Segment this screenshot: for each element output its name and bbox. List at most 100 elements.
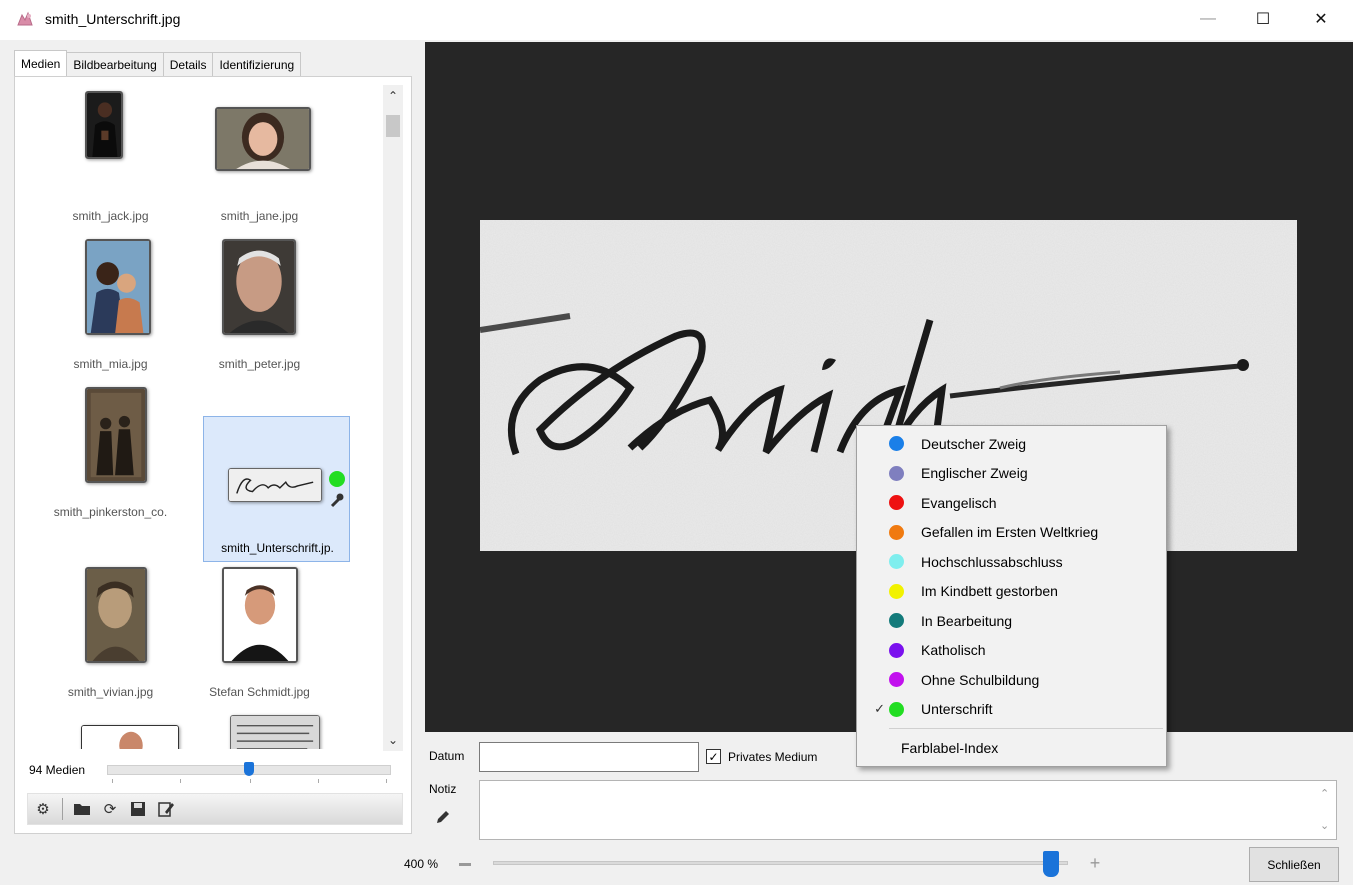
media-item[interactable]: smith_pinkerston_co. <box>37 381 184 527</box>
thumbnail-size-slider[interactable] <box>107 761 391 783</box>
media-item[interactable]: smith_jack.jpg <box>37 85 184 231</box>
menu-item-evangelisch[interactable]: Evangelisch <box>857 488 1166 518</box>
media-scrollbar[interactable]: ⌃ ⌄ <box>383 85 403 751</box>
tab-medien[interactable]: Medien <box>14 50 68 76</box>
thumbnail-image <box>85 239 151 335</box>
thumbnail-image <box>230 715 320 749</box>
save-icon[interactable] <box>129 800 147 818</box>
media-item-label: smith_jack.jpg <box>72 209 149 223</box>
app-icon <box>17 11 33 26</box>
menu-item-label: Englischer Zweig <box>921 465 1028 482</box>
media-item-label: Stefan Schmidt.jpg <box>209 685 310 699</box>
media-item-label: smith_vivian.jpg <box>67 685 154 699</box>
close-window-button[interactable]: ✕ <box>1298 0 1344 38</box>
media-item[interactable]: smith_vivian.jpg <box>37 561 184 707</box>
notiz-label: Notiz <box>429 782 457 796</box>
menu-item-deutscher-zweig[interactable]: Deutscher Zweig <box>857 429 1166 459</box>
menu-item-hochschlussabschluss[interactable]: Hochschlussabschluss <box>857 547 1166 577</box>
notiz-scroll-down-arrow[interactable]: ⌄ <box>1320 819 1329 832</box>
gear-icon[interactable]: ⚙ <box>34 800 52 818</box>
menu-item-label: Gefallen im Ersten Weltkrieg <box>921 524 1099 541</box>
thumbnail-image <box>81 725 179 749</box>
media-item[interactable] <box>186 709 333 749</box>
thumbnail-image <box>215 107 311 171</box>
menu-item-englischer-zweig[interactable]: Englischer Zweig <box>857 459 1166 489</box>
title-bar: smith_Unterschrift.jpg — ☐ ✕ <box>0 0 1353 40</box>
menu-item-gefallen-im-ersten-weltkrieg[interactable]: Gefallen im Ersten Weltkrieg <box>857 518 1166 548</box>
minimize-button[interactable]: — <box>1185 0 1231 38</box>
slider-tick <box>180 779 181 783</box>
close-button[interactable]: Schließen <box>1249 847 1339 882</box>
scroll-thumb[interactable] <box>386 115 400 137</box>
media-item-selected[interactable]: smith_Unterschrift.jp. <box>203 416 350 562</box>
folder-icon[interactable] <box>73 800 91 818</box>
color-dot-icon <box>889 465 904 481</box>
zoom-slider-knob[interactable] <box>1043 851 1059 877</box>
zoom-in-icon[interactable]: + <box>1088 854 1102 872</box>
menu-item-label: Katholisch <box>921 642 986 659</box>
slider-tick <box>386 779 387 783</box>
maximize-button[interactable]: ☐ <box>1240 0 1286 38</box>
media-item[interactable]: smith_jane.jpg <box>186 85 333 231</box>
datum-label: Datum <box>429 749 465 763</box>
thumbnail-image <box>85 91 123 159</box>
media-toolbar: ⚙ ⟳ <box>27 793 403 825</box>
scroll-up-arrow[interactable]: ⌃ <box>383 87 403 105</box>
notiz-scroll-up-arrow[interactable]: ⌃ <box>1320 787 1329 800</box>
menu-item-im-kindbett-gestorben[interactable]: Im Kindbett gestorben <box>857 577 1166 607</box>
slider-knob[interactable] <box>244 762 254 776</box>
menu-item-label: Ohne Schulbildung <box>921 671 1040 688</box>
menu-separator <box>889 728 1163 729</box>
media-item-label: smith_jane.jpg <box>220 209 299 223</box>
slider-tick <box>318 779 319 783</box>
private-medium-label: Privates Medium <box>728 750 818 764</box>
color-dot-icon <box>889 613 904 629</box>
tab-details[interactable]: Details <box>162 52 214 76</box>
menu-item-ohne-schulbildung[interactable]: Ohne Schulbildung <box>857 665 1166 695</box>
menu-item-farblabel-index[interactable]: Farblabel-Index <box>857 733 1166 763</box>
toolbar-separator <box>62 798 63 820</box>
media-item[interactable]: Stefan Schmidt.jpg <box>186 561 333 707</box>
window-title: smith_Unterschrift.jpg <box>45 11 181 27</box>
zoom-level-label: 400 % <box>404 857 439 871</box>
slider-tick <box>250 779 251 783</box>
media-item[interactable]: smith_mia.jpg <box>37 233 184 379</box>
menu-item-in-bearbeitung[interactable]: In Bearbeitung <box>857 606 1166 636</box>
color-dot-icon <box>889 642 904 658</box>
edit-icon[interactable] <box>157 800 175 818</box>
refresh-icon[interactable]: ⟳ <box>101 800 119 818</box>
color-dot-icon <box>889 436 904 452</box>
notiz-textarea[interactable]: ⌃ ⌄ <box>479 780 1337 840</box>
media-item[interactable] <box>37 709 184 749</box>
media-count: 94 Medien <box>29 763 86 777</box>
media-item[interactable]: smith_peter.jpg <box>186 233 333 379</box>
thumbnail-image <box>222 567 298 663</box>
thumbnail-image <box>85 387 147 483</box>
menu-check: ✓ <box>874 701 885 717</box>
tab-bildbearbeitung[interactable]: Bildbearbeitung <box>66 52 164 76</box>
color-label-menu: Deutscher Zweig Englischer Zweig Evangel… <box>856 425 1167 767</box>
scroll-down-arrow[interactable]: ⌄ <box>383 731 403 749</box>
menu-item-label: In Bearbeitung <box>921 612 1013 629</box>
private-medium-checkbox[interactable]: ✓ <box>706 749 721 764</box>
menu-item-label: Unterschrift <box>921 701 993 718</box>
media-panel: smith_jack.jpg smith_jane.jpg smith_mia.… <box>14 76 412 834</box>
color-dot-icon <box>889 495 904 511</box>
thumbnail-image <box>85 567 147 663</box>
menu-item-unterschrift[interactable]: ✓ Unterschrift <box>857 695 1166 725</box>
zoom-out-icon[interactable] <box>459 863 471 866</box>
menu-item-label: Im Kindbett gestorben <box>921 583 1058 600</box>
pencil-icon[interactable] <box>434 808 452 826</box>
slider-tick <box>112 779 113 783</box>
thumbnail-image <box>228 468 322 502</box>
color-dot-icon <box>889 524 904 540</box>
tab-identifizierung[interactable]: Identifizierung <box>212 52 302 76</box>
notiz-scrollbar[interactable]: ⌃ ⌄ <box>1316 781 1336 839</box>
menu-item-katholisch[interactable]: Katholisch <box>857 636 1166 666</box>
color-dot-icon <box>889 583 904 599</box>
zoom-slider-track[interactable] <box>493 861 1068 865</box>
media-item-label: smith_peter.jpg <box>218 357 301 371</box>
datum-input[interactable] <box>479 742 699 772</box>
menu-item-label: Deutscher Zweig <box>921 435 1027 452</box>
color-dot-icon <box>889 672 904 688</box>
